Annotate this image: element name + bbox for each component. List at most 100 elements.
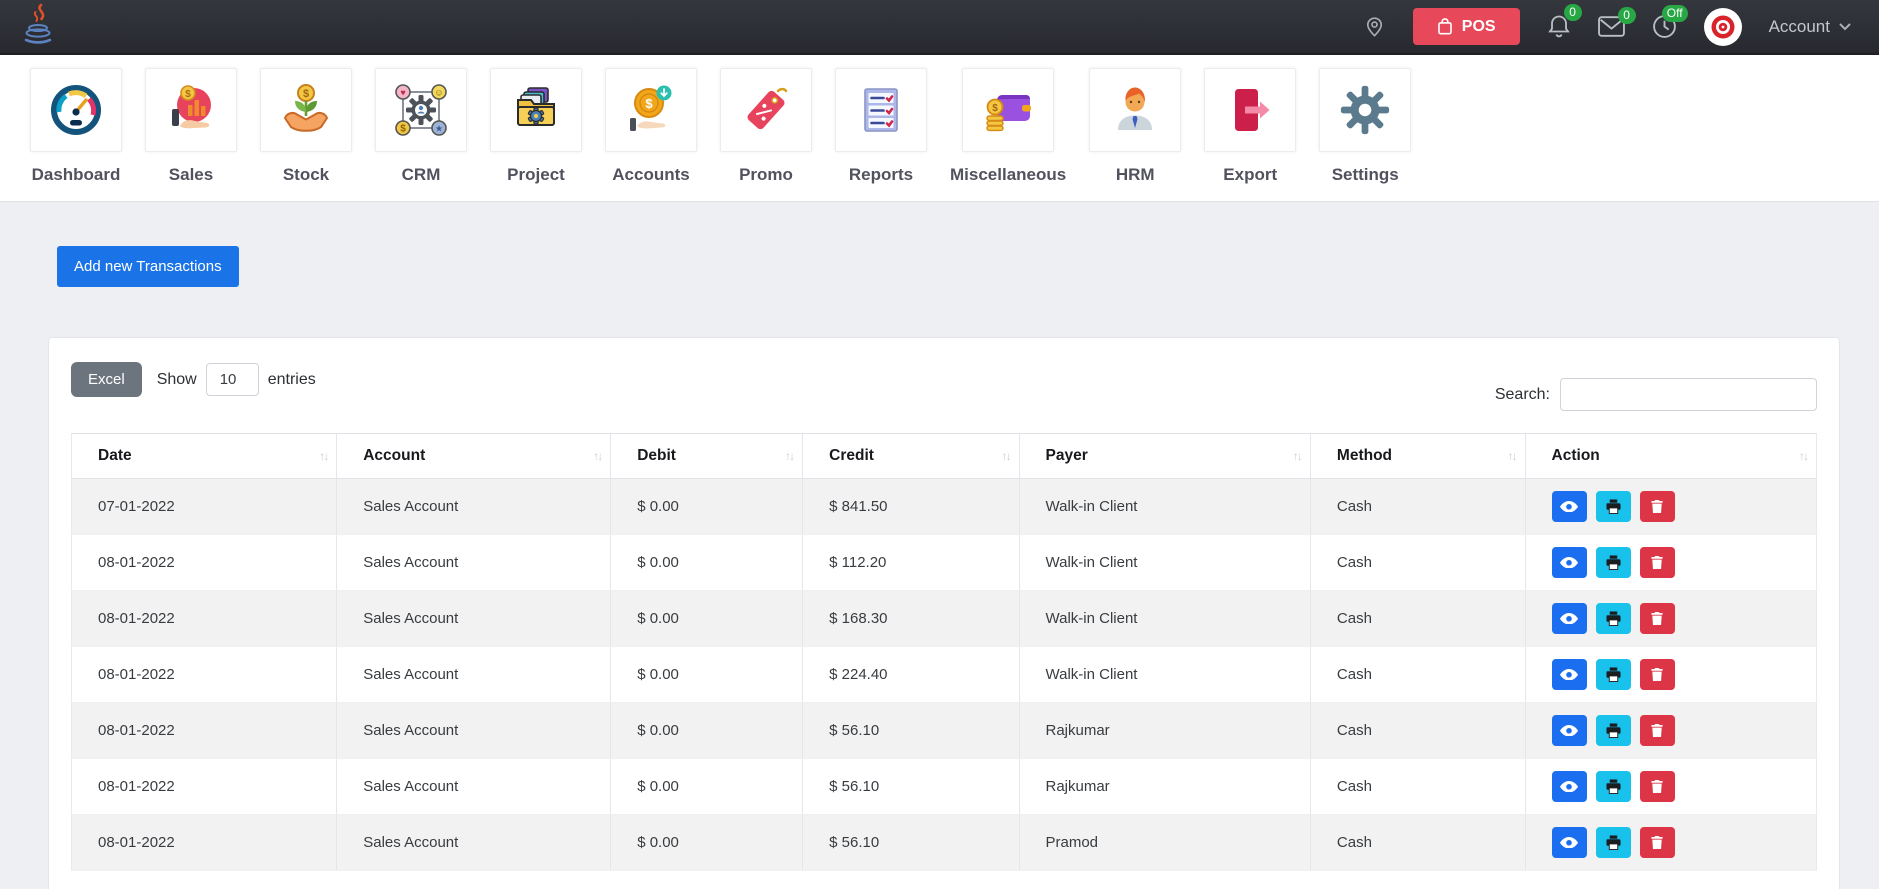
menu-item-crm[interactable]: ♥ ☺ $ ★ CRM (375, 68, 467, 185)
sort-icon: ↑↓ (593, 449, 603, 463)
avatar[interactable] (1703, 7, 1742, 46)
cell-account: Sales Account (336, 758, 611, 815)
print-row-button[interactable] (1595, 827, 1631, 858)
table-row: 08-01-2022 Sales Account $ 0.00 $ 224.40 Wal… (71, 646, 1817, 703)
entries-select[interactable]: 10 (205, 363, 259, 396)
view-row-button[interactable] (1551, 771, 1587, 802)
print-row-button[interactable] (1595, 547, 1631, 578)
menu-item-promo[interactable]: Promo (720, 68, 812, 185)
delete-row-button[interactable] (1639, 491, 1675, 522)
notifications-button[interactable]: 0 (1547, 4, 1582, 40)
account-menu[interactable]: Account (1769, 17, 1851, 37)
cell-payer: Pramod (1018, 814, 1311, 871)
print-row-button[interactable] (1595, 491, 1631, 522)
menu-item-project[interactable]: Project (490, 68, 582, 185)
view-row-button[interactable] (1551, 603, 1587, 634)
eye-icon (1560, 780, 1579, 793)
view-row-button[interactable] (1551, 827, 1587, 858)
delete-row-button[interactable] (1639, 547, 1675, 578)
menu-label: Dashboard (31, 165, 121, 184)
cell-debit: $ 0.00 (610, 814, 803, 871)
column-header-method[interactable]: Method ↑↓ (1309, 433, 1526, 479)
cell-account: Sales Account (336, 702, 611, 759)
java-cup-logo-icon (24, 3, 52, 44)
pos-button[interactable]: POS (1412, 8, 1520, 45)
view-row-button[interactable] (1551, 491, 1587, 522)
excel-export-button[interactable]: Excel (71, 362, 142, 397)
column-header-debit[interactable]: Debit ↑↓ (610, 433, 803, 479)
delete-row-button[interactable] (1639, 715, 1675, 746)
printer-icon (1606, 667, 1621, 682)
clock-button[interactable]: Off (1652, 5, 1688, 39)
app-logo[interactable] (22, 3, 56, 50)
location-button[interactable] (1363, 15, 1386, 38)
cell-credit: $ 56.10 (802, 814, 1019, 871)
menu-item-miscellaneous[interactable]: $ Miscellaneous (950, 68, 1066, 185)
cell-credit: $ 841.50 (802, 478, 1019, 535)
menu-item-dashboard[interactable]: Dashboard (30, 68, 122, 185)
cell-account: Sales Account (336, 814, 611, 871)
trash-icon (1651, 723, 1663, 738)
menu-label: Promo (739, 165, 793, 184)
entries-label: entries (267, 370, 316, 388)
search-input[interactable] (1560, 378, 1817, 411)
cell-method: Cash (1309, 478, 1526, 535)
menu-item-hrm[interactable]: HRM (1089, 68, 1182, 185)
cell-account: Sales Account (336, 646, 611, 703)
messages-badge: 0 (1617, 7, 1636, 24)
print-row-button[interactable] (1595, 771, 1631, 802)
svg-text:$: $ (992, 103, 998, 114)
miscellaneous-wallet-icon: $ (986, 95, 1032, 132)
search-label: Search: (1494, 385, 1550, 403)
column-header-account[interactable]: Account ↑↓ (336, 433, 611, 479)
menu-label: Reports (848, 165, 914, 184)
shopping-bag-icon (1437, 18, 1452, 35)
transactions-card: Excel Show 10 entries Search: Date ↑↓ Ac… (48, 337, 1840, 889)
column-header-credit[interactable]: Credit ↑↓ (802, 433, 1019, 479)
delete-row-button[interactable] (1639, 771, 1675, 802)
delete-row-button[interactable] (1639, 603, 1675, 634)
trash-icon (1651, 779, 1663, 794)
menu-label: Miscellaneous (950, 165, 1067, 184)
delete-row-button[interactable] (1639, 659, 1675, 690)
pos-label: POS (1461, 17, 1496, 35)
add-transactions-button[interactable]: Add new Transactions (57, 246, 239, 287)
menu-item-sales[interactable]: $ Sales (145, 68, 237, 185)
trash-icon (1651, 667, 1663, 682)
print-row-button[interactable] (1595, 659, 1631, 690)
menu-item-settings[interactable]: Settings (1319, 68, 1412, 185)
menu-card: $ (260, 68, 352, 152)
cell-payer: Walk-in Client (1018, 534, 1311, 591)
menu-item-stock[interactable]: $ Stock (260, 68, 352, 185)
menu-label: Sales (168, 165, 214, 184)
menu-label: CRM (401, 165, 441, 184)
menu-item-export[interactable]: Export (1204, 68, 1297, 185)
dashboard-gauge-icon (51, 85, 101, 135)
column-header-payer[interactable]: Payer ↑↓ (1018, 433, 1311, 479)
table-header-row: Date ↑↓ Account ↑↓ Debit ↑↓ Credit ↑↓ Payer ↑… (71, 433, 1817, 479)
trash-icon (1651, 499, 1663, 514)
trash-icon (1651, 835, 1663, 850)
view-row-button[interactable] (1551, 715, 1587, 746)
eye-icon (1560, 836, 1579, 849)
printer-icon (1606, 723, 1621, 738)
view-row-button[interactable] (1551, 659, 1587, 690)
promo-tag-icon (747, 87, 788, 130)
menu-item-reports[interactable]: Reports (835, 68, 927, 185)
column-header-action[interactable]: Action ↑↓ (1524, 433, 1817, 479)
menu-card: ♥ ☺ $ ★ (375, 68, 467, 152)
menu-item-accounts[interactable]: $ Accounts (605, 68, 697, 185)
delete-row-button[interactable] (1639, 827, 1675, 858)
menu-card: $ (145, 68, 237, 152)
hrm-person-icon (1118, 87, 1153, 130)
sort-icon: ↑↓ (1292, 449, 1303, 463)
cell-action (1524, 478, 1817, 535)
column-header-date[interactable]: Date ↑↓ (71, 433, 337, 479)
view-row-button[interactable] (1551, 547, 1587, 578)
messages-button[interactable]: 0 (1597, 7, 1636, 37)
cell-action (1524, 702, 1817, 759)
print-row-button[interactable] (1595, 715, 1631, 746)
column-label: Action (1551, 447, 1600, 464)
print-row-button[interactable] (1595, 603, 1631, 634)
menu-card (835, 68, 927, 152)
